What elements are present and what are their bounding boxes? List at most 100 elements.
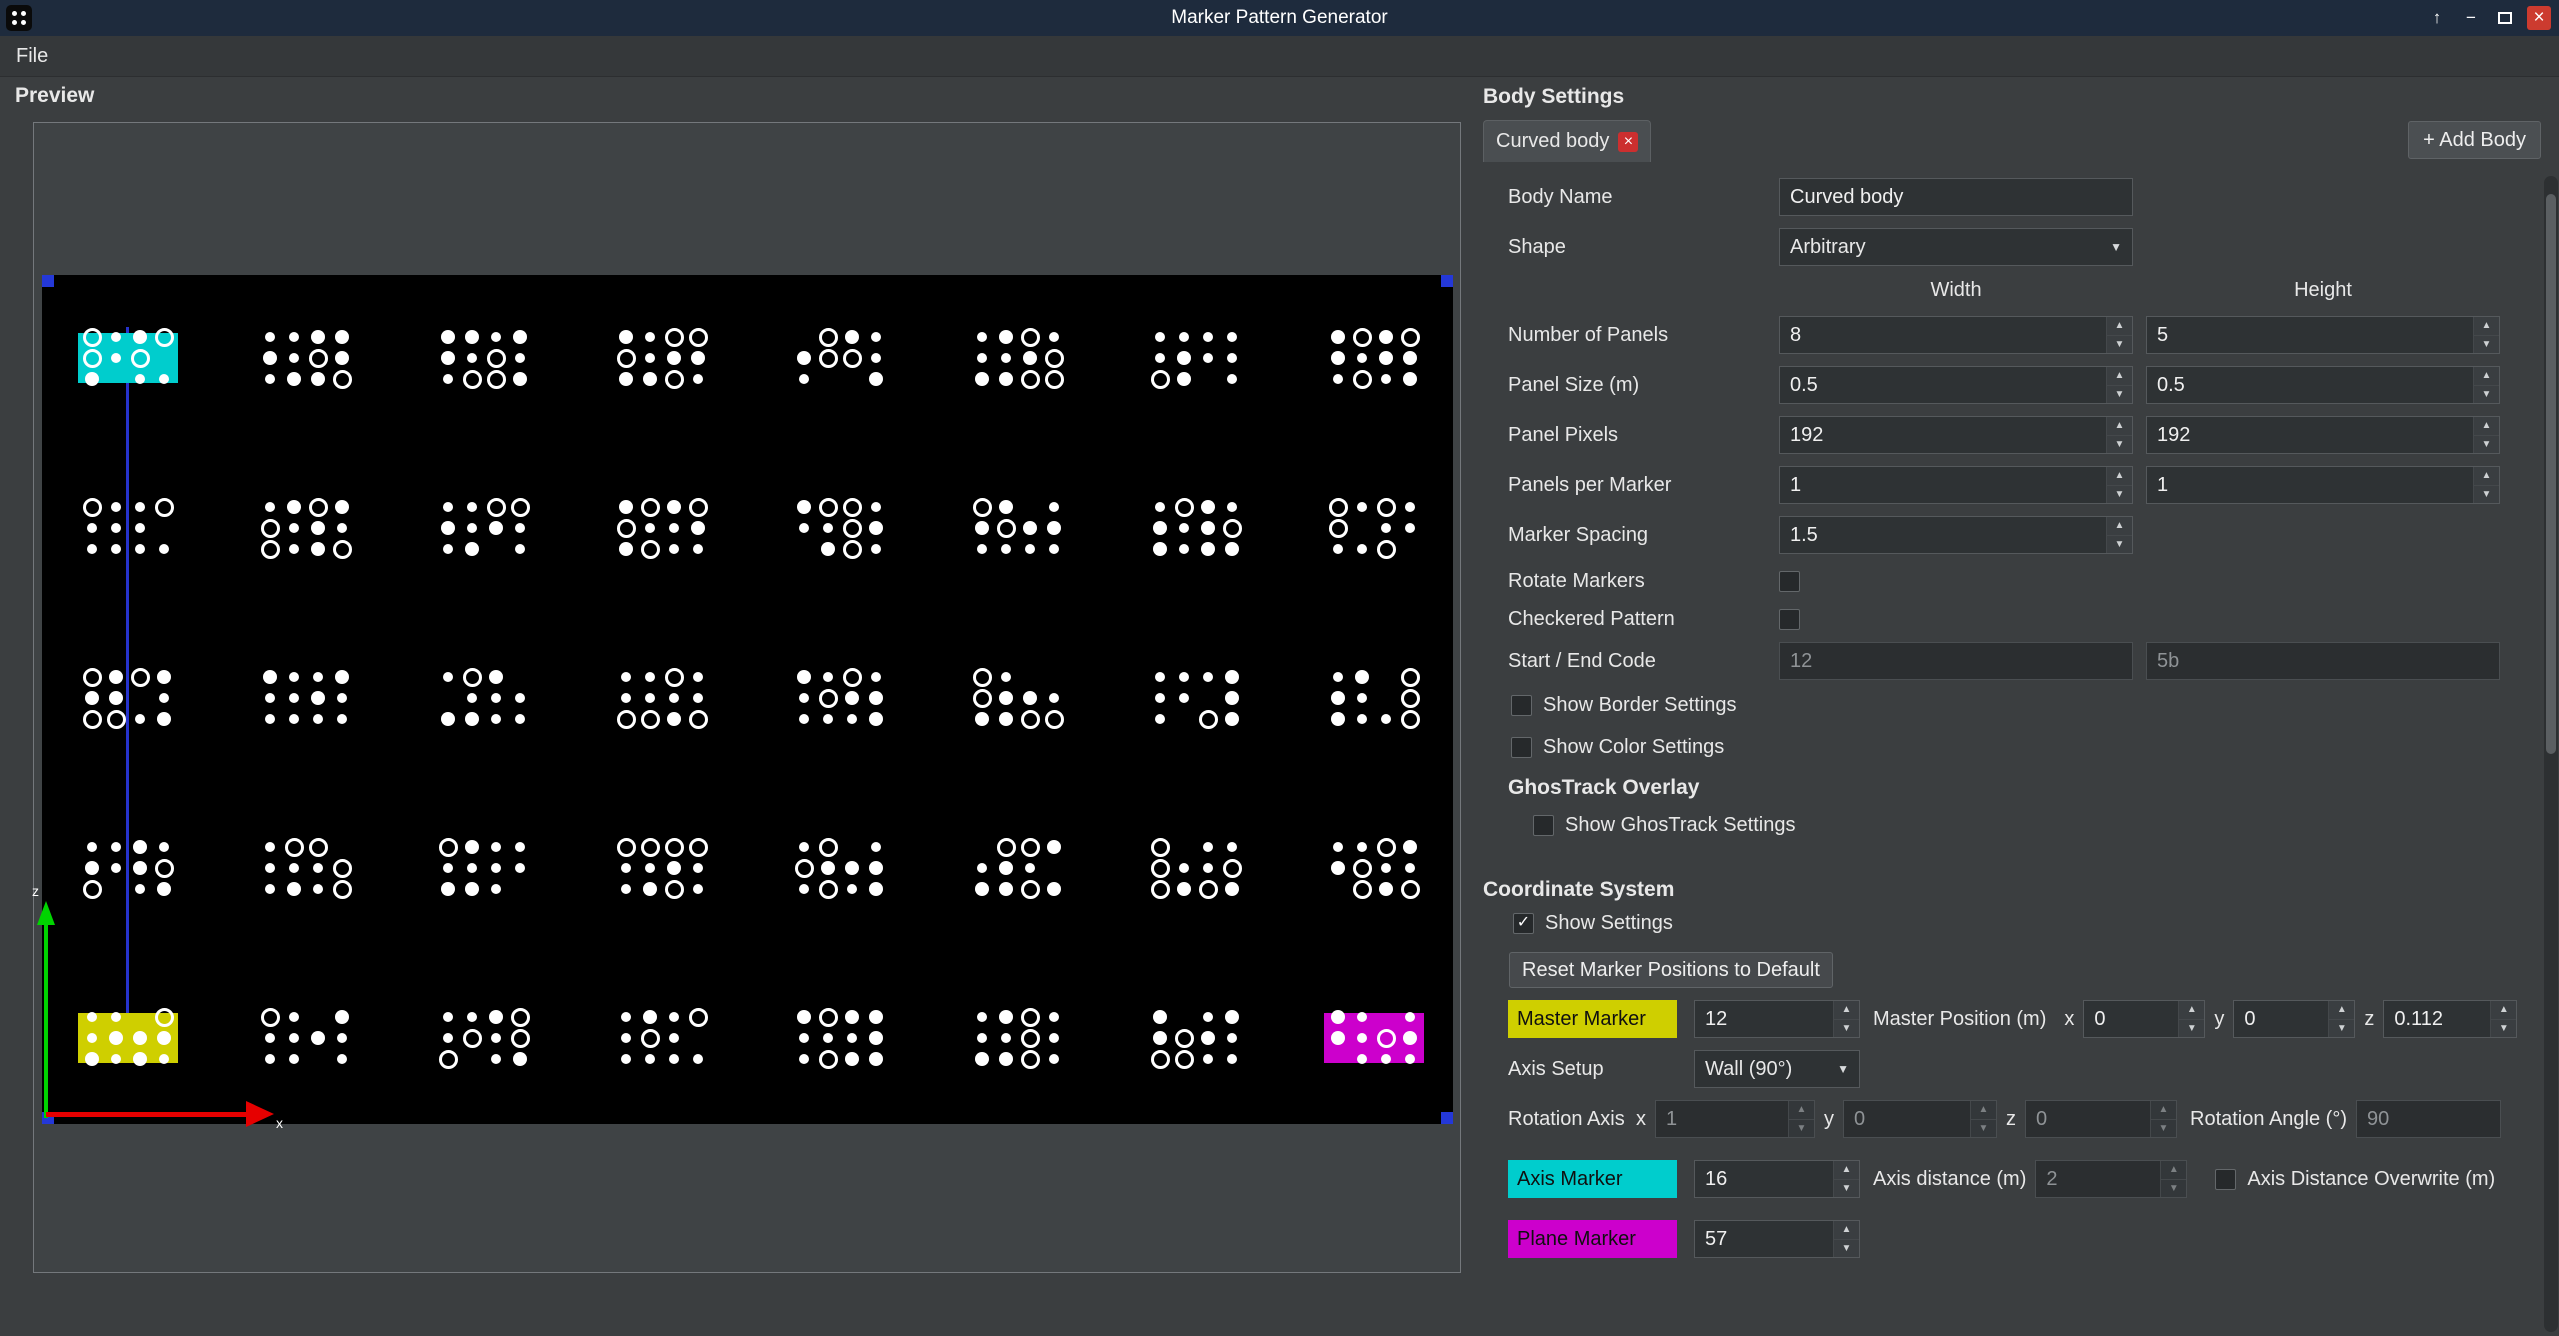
spin-up-icon[interactable]: ▲ [2329, 1001, 2354, 1020]
panels-per-marker-height-input[interactable] [2147, 467, 2473, 503]
maximize-button[interactable] [2493, 6, 2517, 30]
spin-buttons[interactable]: ▲▼ [1788, 1101, 1814, 1137]
spin-buttons[interactable]: ▲▼ [2473, 367, 2499, 403]
spin-buttons[interactable]: ▲▼ [1833, 1161, 1859, 1197]
show-border-settings-checkbox[interactable]: ✓ [1511, 695, 1532, 716]
panel-size-height-input[interactable] [2147, 367, 2473, 403]
spin-down-icon[interactable]: ▼ [1834, 1180, 1859, 1198]
master-x-input[interactable] [2084, 1001, 2178, 1037]
tab-curved-body[interactable]: Curved body × [1483, 120, 1651, 162]
master-z-input[interactable] [2384, 1001, 2490, 1037]
scrollbar[interactable] [2544, 176, 2558, 1332]
number-of-panels-height-input[interactable] [2147, 317, 2473, 353]
spin-down-icon[interactable]: ▼ [1789, 1120, 1814, 1138]
spin-buttons[interactable]: ▲▼ [2106, 367, 2132, 403]
master-y-input[interactable] [2234, 1001, 2328, 1037]
rotation-y-input[interactable] [1844, 1101, 1970, 1137]
end-code-input[interactable] [2147, 643, 2499, 679]
reset-marker-positions-button[interactable]: Reset Marker Positions to Default [1509, 952, 1833, 988]
menu-file[interactable]: File [0, 45, 64, 68]
axis-distance-input[interactable] [2036, 1161, 2160, 1197]
show-color-settings-checkbox[interactable]: ✓ [1511, 737, 1532, 758]
spin-up-icon[interactable]: ▲ [2107, 517, 2132, 536]
show-settings-checkbox[interactable]: ✓ [1513, 913, 1534, 934]
spin-down-icon[interactable]: ▼ [2107, 536, 2132, 554]
spin-up-icon[interactable]: ▲ [2474, 417, 2499, 436]
spin-buttons[interactable]: ▲▼ [2106, 517, 2132, 553]
spin-down-icon[interactable]: ▼ [1834, 1240, 1859, 1258]
spin-down-icon[interactable]: ▼ [2179, 1020, 2204, 1038]
rotation-angle-input[interactable] [2357, 1101, 2500, 1137]
shape-select[interactable]: Arbitrary ▼ [1779, 228, 2133, 266]
spin-up-icon[interactable]: ▲ [2474, 317, 2499, 336]
spin-down-icon[interactable]: ▼ [2161, 1180, 2186, 1198]
spin-up-icon[interactable]: ▲ [2161, 1161, 2186, 1180]
spin-down-icon[interactable]: ▼ [2329, 1020, 2354, 1038]
spin-down-icon[interactable]: ▼ [2474, 436, 2499, 454]
spin-up-icon[interactable]: ▲ [1789, 1101, 1814, 1120]
plane-marker-input[interactable] [1695, 1221, 1833, 1257]
spin-up-icon[interactable]: ▲ [2474, 467, 2499, 486]
panel-pixels-height-input[interactable] [2147, 417, 2473, 453]
spin-up-icon[interactable]: ▲ [2474, 367, 2499, 386]
axis-marker-input[interactable] [1695, 1161, 1833, 1197]
spin-buttons[interactable]: ▲▼ [1833, 1221, 1859, 1257]
spin-buttons[interactable]: ▲▼ [2490, 1001, 2516, 1037]
spin-buttons[interactable]: ▲▼ [2106, 417, 2132, 453]
tab-close-icon[interactable]: × [1618, 132, 1638, 152]
minimize-button[interactable]: − [2459, 6, 2483, 30]
spin-down-icon[interactable]: ▼ [2474, 486, 2499, 504]
spin-up-icon[interactable]: ▲ [1834, 1001, 1859, 1020]
spin-buttons[interactable]: ▲▼ [2473, 417, 2499, 453]
checkered-pattern-checkbox[interactable]: ✓ [1779, 609, 1800, 630]
spin-down-icon[interactable]: ▼ [2474, 336, 2499, 354]
spin-buttons[interactable]: ▲▼ [2106, 467, 2132, 503]
resize-handle-bottom-right[interactable] [1441, 1112, 1453, 1124]
spin-up-icon[interactable]: ▲ [1971, 1101, 1996, 1120]
spin-down-icon[interactable]: ▼ [2107, 486, 2132, 504]
spin-buttons[interactable]: ▲▼ [2473, 317, 2499, 353]
spin-up-icon[interactable]: ▲ [2179, 1001, 2204, 1020]
axis-distance-overwrite-checkbox[interactable]: ✓ [2215, 1169, 2236, 1190]
spin-buttons[interactable]: ▲▼ [2150, 1101, 2176, 1137]
spin-down-icon[interactable]: ▼ [2107, 336, 2132, 354]
spin-buttons[interactable]: ▲▼ [1833, 1001, 1859, 1037]
spin-down-icon[interactable]: ▼ [2491, 1020, 2516, 1038]
marker-spacing-input[interactable] [1780, 517, 2106, 553]
resize-handle-top-right[interactable] [1441, 275, 1453, 287]
spin-up-icon[interactable]: ▲ [1834, 1221, 1859, 1240]
spin-buttons[interactable]: ▲▼ [2328, 1001, 2354, 1037]
spin-buttons[interactable]: ▲▼ [2473, 467, 2499, 503]
spin-up-icon[interactable]: ▲ [2107, 467, 2132, 486]
start-code-input[interactable] [1780, 643, 2132, 679]
spin-down-icon[interactable]: ▼ [2107, 386, 2132, 404]
spin-down-icon[interactable]: ▼ [1971, 1120, 1996, 1138]
panel-size-width-input[interactable] [1780, 367, 2106, 403]
rollup-button[interactable]: ↑ [2425, 6, 2449, 30]
resize-handle-top-left[interactable] [42, 275, 54, 287]
rotation-z-input[interactable] [2026, 1101, 2150, 1137]
spin-down-icon[interactable]: ▼ [2107, 436, 2132, 454]
add-body-button[interactable]: + Add Body [2408, 121, 2541, 159]
show-ghostrack-settings-checkbox[interactable]: ✓ [1533, 815, 1554, 836]
spin-down-icon[interactable]: ▼ [2151, 1120, 2176, 1138]
close-button[interactable]: × [2527, 6, 2551, 30]
panel-pixels-width-input[interactable] [1780, 417, 2106, 453]
spin-up-icon[interactable]: ▲ [1834, 1161, 1859, 1180]
rotation-x-input[interactable] [1656, 1101, 1788, 1137]
spin-up-icon[interactable]: ▲ [2107, 317, 2132, 336]
panels-per-marker-width-input[interactable] [1780, 467, 2106, 503]
spin-down-icon[interactable]: ▼ [1834, 1020, 1859, 1038]
spin-buttons[interactable]: ▲▼ [2178, 1001, 2204, 1037]
axis-setup-select[interactable]: Wall (90°) ▼ [1694, 1050, 1860, 1088]
rotate-markers-checkbox[interactable]: ✓ [1779, 571, 1800, 592]
spin-buttons[interactable]: ▲▼ [2106, 317, 2132, 353]
spin-up-icon[interactable]: ▲ [2107, 367, 2132, 386]
spin-up-icon[interactable]: ▲ [2151, 1101, 2176, 1120]
spin-buttons[interactable]: ▲▼ [2160, 1161, 2186, 1197]
body-name-input[interactable] [1780, 179, 2132, 215]
number-of-panels-width-input[interactable] [1780, 317, 2106, 353]
spin-up-icon[interactable]: ▲ [2107, 417, 2132, 436]
scrollbar-thumb[interactable] [2546, 194, 2556, 754]
master-marker-input[interactable] [1695, 1001, 1833, 1037]
